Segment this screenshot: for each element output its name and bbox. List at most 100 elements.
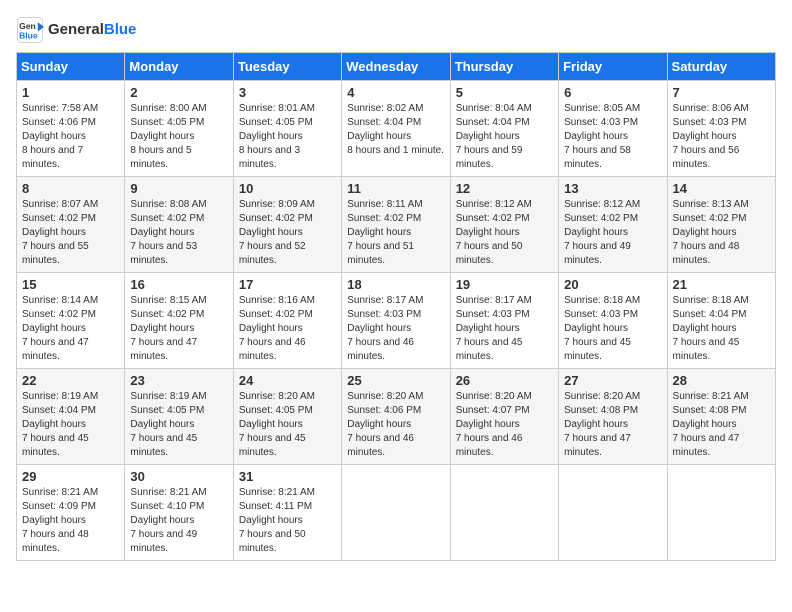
day-number: 7 <box>673 85 770 100</box>
col-header-wednesday: Wednesday <box>342 53 450 81</box>
day-number: 26 <box>456 373 553 388</box>
day-detail: Sunrise: 8:19 AM Sunset: 4:05 PM Dayligh… <box>130 390 227 460</box>
logo: Gen Blue GeneralBlue <box>16 16 136 44</box>
calendar-table: SundayMondayTuesdayWednesdayThursdayFrid… <box>16 52 776 561</box>
day-detail: Sunrise: 8:21 AM Sunset: 4:11 PM Dayligh… <box>239 486 336 556</box>
calendar-week-3: 15 Sunrise: 8:14 AM Sunset: 4:02 PM Dayl… <box>17 273 776 369</box>
col-header-thursday: Thursday <box>450 53 558 81</box>
day-detail: Sunrise: 8:02 AM Sunset: 4:04 PM Dayligh… <box>347 102 444 158</box>
day-number: 12 <box>456 181 553 196</box>
day-detail: Sunrise: 8:08 AM Sunset: 4:02 PM Dayligh… <box>130 198 227 268</box>
day-number: 10 <box>239 181 336 196</box>
day-number: 23 <box>130 373 227 388</box>
day-number: 18 <box>347 277 444 292</box>
day-number: 24 <box>239 373 336 388</box>
day-detail: Sunrise: 8:07 AM Sunset: 4:02 PM Dayligh… <box>22 198 119 268</box>
day-detail: Sunrise: 8:20 AM Sunset: 4:07 PM Dayligh… <box>456 390 553 460</box>
day-number: 9 <box>130 181 227 196</box>
day-detail: Sunrise: 8:18 AM Sunset: 4:04 PM Dayligh… <box>673 294 770 364</box>
calendar-cell: 13 Sunrise: 8:12 AM Sunset: 4:02 PM Dayl… <box>559 177 667 273</box>
calendar-cell: 18 Sunrise: 8:17 AM Sunset: 4:03 PM Dayl… <box>342 273 450 369</box>
calendar-cell: 21 Sunrise: 8:18 AM Sunset: 4:04 PM Dayl… <box>667 273 775 369</box>
day-detail: Sunrise: 8:15 AM Sunset: 4:02 PM Dayligh… <box>130 294 227 364</box>
calendar-cell <box>342 465 450 561</box>
day-detail: Sunrise: 7:58 AM Sunset: 4:06 PM Dayligh… <box>22 102 119 172</box>
day-number: 22 <box>22 373 119 388</box>
day-detail: Sunrise: 8:18 AM Sunset: 4:03 PM Dayligh… <box>564 294 661 364</box>
calendar-cell <box>559 465 667 561</box>
day-detail: Sunrise: 8:20 AM Sunset: 4:06 PM Dayligh… <box>347 390 444 460</box>
day-number: 25 <box>347 373 444 388</box>
day-detail: Sunrise: 8:21 AM Sunset: 4:10 PM Dayligh… <box>130 486 227 556</box>
calendar-cell <box>450 465 558 561</box>
day-detail: Sunrise: 8:17 AM Sunset: 4:03 PM Dayligh… <box>456 294 553 364</box>
day-number: 29 <box>22 469 119 484</box>
calendar-cell: 30 Sunrise: 8:21 AM Sunset: 4:10 PM Dayl… <box>125 465 233 561</box>
day-detail: Sunrise: 8:00 AM Sunset: 4:05 PM Dayligh… <box>130 102 227 172</box>
day-number: 3 <box>239 85 336 100</box>
day-detail: Sunrise: 8:12 AM Sunset: 4:02 PM Dayligh… <box>564 198 661 268</box>
day-number: 30 <box>130 469 227 484</box>
day-number: 6 <box>564 85 661 100</box>
calendar-cell: 14 Sunrise: 8:13 AM Sunset: 4:02 PM Dayl… <box>667 177 775 273</box>
svg-text:Blue: Blue <box>19 31 38 41</box>
calendar-cell: 28 Sunrise: 8:21 AM Sunset: 4:08 PM Dayl… <box>667 369 775 465</box>
day-detail: Sunrise: 8:16 AM Sunset: 4:02 PM Dayligh… <box>239 294 336 364</box>
day-number: 21 <box>673 277 770 292</box>
calendar-cell: 19 Sunrise: 8:17 AM Sunset: 4:03 PM Dayl… <box>450 273 558 369</box>
day-detail: Sunrise: 8:20 AM Sunset: 4:05 PM Dayligh… <box>239 390 336 460</box>
day-number: 5 <box>456 85 553 100</box>
day-detail: Sunrise: 8:21 AM Sunset: 4:09 PM Dayligh… <box>22 486 119 556</box>
calendar-cell: 23 Sunrise: 8:19 AM Sunset: 4:05 PM Dayl… <box>125 369 233 465</box>
day-detail: Sunrise: 8:21 AM Sunset: 4:08 PM Dayligh… <box>673 390 770 460</box>
calendar-cell: 16 Sunrise: 8:15 AM Sunset: 4:02 PM Dayl… <box>125 273 233 369</box>
day-number: 31 <box>239 469 336 484</box>
day-detail: Sunrise: 8:20 AM Sunset: 4:08 PM Dayligh… <box>564 390 661 460</box>
svg-text:Gen: Gen <box>19 21 36 31</box>
calendar-cell: 22 Sunrise: 8:19 AM Sunset: 4:04 PM Dayl… <box>17 369 125 465</box>
day-detail: Sunrise: 8:17 AM Sunset: 4:03 PM Dayligh… <box>347 294 444 364</box>
logo-icon: Gen Blue <box>16 16 44 44</box>
calendar-cell: 27 Sunrise: 8:20 AM Sunset: 4:08 PM Dayl… <box>559 369 667 465</box>
calendar-cell: 10 Sunrise: 8:09 AM Sunset: 4:02 PM Dayl… <box>233 177 341 273</box>
calendar-cell: 9 Sunrise: 8:08 AM Sunset: 4:02 PM Dayli… <box>125 177 233 273</box>
day-number: 17 <box>239 277 336 292</box>
calendar-cell: 7 Sunrise: 8:06 AM Sunset: 4:03 PM Dayli… <box>667 81 775 177</box>
calendar-cell: 6 Sunrise: 8:05 AM Sunset: 4:03 PM Dayli… <box>559 81 667 177</box>
day-number: 15 <box>22 277 119 292</box>
day-number: 2 <box>130 85 227 100</box>
calendar-cell: 5 Sunrise: 8:04 AM Sunset: 4:04 PM Dayli… <box>450 81 558 177</box>
calendar-cell <box>667 465 775 561</box>
calendar-cell: 26 Sunrise: 8:20 AM Sunset: 4:07 PM Dayl… <box>450 369 558 465</box>
col-header-tuesday: Tuesday <box>233 53 341 81</box>
day-detail: Sunrise: 8:19 AM Sunset: 4:04 PM Dayligh… <box>22 390 119 460</box>
calendar-cell: 15 Sunrise: 8:14 AM Sunset: 4:02 PM Dayl… <box>17 273 125 369</box>
calendar-week-5: 29 Sunrise: 8:21 AM Sunset: 4:09 PM Dayl… <box>17 465 776 561</box>
day-number: 28 <box>673 373 770 388</box>
day-detail: Sunrise: 8:01 AM Sunset: 4:05 PM Dayligh… <box>239 102 336 172</box>
day-number: 20 <box>564 277 661 292</box>
calendar-week-2: 8 Sunrise: 8:07 AM Sunset: 4:02 PM Dayli… <box>17 177 776 273</box>
calendar-cell: 29 Sunrise: 8:21 AM Sunset: 4:09 PM Dayl… <box>17 465 125 561</box>
day-number: 13 <box>564 181 661 196</box>
day-number: 19 <box>456 277 553 292</box>
calendar-week-4: 22 Sunrise: 8:19 AM Sunset: 4:04 PM Dayl… <box>17 369 776 465</box>
calendar-cell: 17 Sunrise: 8:16 AM Sunset: 4:02 PM Dayl… <box>233 273 341 369</box>
calendar-cell: 20 Sunrise: 8:18 AM Sunset: 4:03 PM Dayl… <box>559 273 667 369</box>
day-number: 4 <box>347 85 444 100</box>
day-number: 1 <box>22 85 119 100</box>
day-detail: Sunrise: 8:11 AM Sunset: 4:02 PM Dayligh… <box>347 198 444 268</box>
day-detail: Sunrise: 8:09 AM Sunset: 4:02 PM Dayligh… <box>239 198 336 268</box>
day-detail: Sunrise: 8:12 AM Sunset: 4:02 PM Dayligh… <box>456 198 553 268</box>
day-detail: Sunrise: 8:06 AM Sunset: 4:03 PM Dayligh… <box>673 102 770 172</box>
calendar-cell: 3 Sunrise: 8:01 AM Sunset: 4:05 PM Dayli… <box>233 81 341 177</box>
day-number: 16 <box>130 277 227 292</box>
col-header-saturday: Saturday <box>667 53 775 81</box>
calendar-cell: 4 Sunrise: 8:02 AM Sunset: 4:04 PM Dayli… <box>342 81 450 177</box>
col-header-sunday: Sunday <box>17 53 125 81</box>
calendar-cell: 8 Sunrise: 8:07 AM Sunset: 4:02 PM Dayli… <box>17 177 125 273</box>
day-number: 27 <box>564 373 661 388</box>
day-detail: Sunrise: 8:05 AM Sunset: 4:03 PM Dayligh… <box>564 102 661 172</box>
day-number: 8 <box>22 181 119 196</box>
day-number: 14 <box>673 181 770 196</box>
